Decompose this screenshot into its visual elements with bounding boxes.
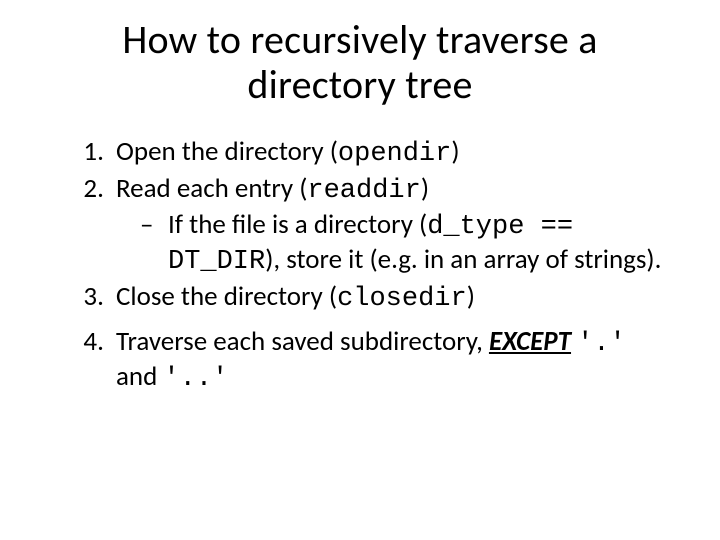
sub-list: If the file is a directory (d_type == DT…	[116, 209, 666, 279]
text: Traverse each saved subdirectory,	[116, 325, 489, 358]
text: Open the directory (	[116, 135, 338, 168]
text: )	[421, 172, 429, 205]
list-item-2: Read each entry (readdir) If the file is…	[110, 173, 666, 280]
code-closedir: closedir	[337, 284, 467, 314]
code-dot: '.'	[577, 329, 626, 359]
list-item-3: Close the directory (closedir)	[110, 281, 666, 316]
code-readdir: readdir	[307, 176, 420, 206]
text: ), store it (e.g. in an array of strings…	[265, 243, 661, 276]
text: If the file is a directory (	[168, 208, 427, 241]
text: Read each entry (	[116, 172, 307, 205]
code-dotdot: '..'	[163, 364, 228, 394]
text: and	[116, 360, 163, 393]
list-item-1: Open the directory (opendir)	[110, 136, 666, 171]
text: )	[467, 280, 475, 313]
slide-title: How to recursively traverse a directory …	[54, 18, 666, 108]
slide: How to recursively traverse a directory …	[0, 0, 720, 540]
slide-body: Open the directory (opendir) Read each e…	[54, 136, 666, 397]
ordered-list: Open the directory (opendir) Read each e…	[54, 136, 666, 397]
emphasis-except: EXCEPT	[489, 325, 571, 358]
code-opendir: opendir	[338, 139, 451, 169]
sub-list-item: If the file is a directory (d_type == DT…	[140, 209, 666, 279]
text: Close the directory (	[116, 280, 337, 313]
list-item-4: Traverse each saved subdirectory, EXCEPT…	[110, 326, 666, 396]
text: )	[451, 135, 459, 168]
